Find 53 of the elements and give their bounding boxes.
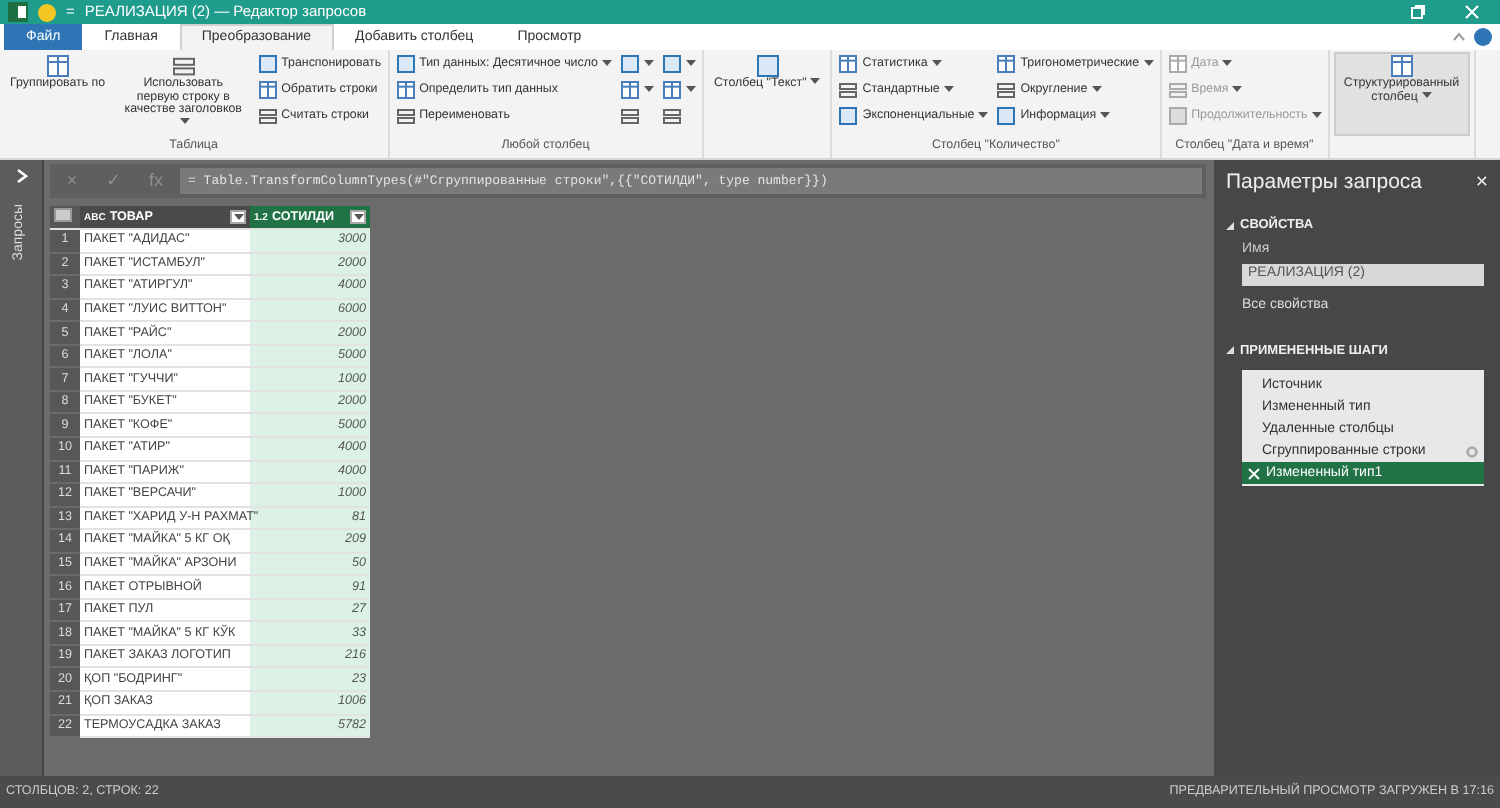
icon-button[interactable] (659, 78, 698, 102)
grid-icon (257, 80, 278, 100)
caret-icon (1100, 112, 1111, 120)
caret-icon (1143, 60, 1154, 68)
bars-icon (838, 80, 859, 100)
grid-icon (619, 80, 640, 100)
icon-button[interactable] (617, 78, 656, 102)
pane-title: Параметры запроса (1226, 168, 1422, 198)
icon-button[interactable] (617, 52, 656, 76)
caret-icon (685, 86, 696, 94)
caret-icon (943, 86, 954, 94)
caret-icon (643, 60, 654, 68)
caret-icon (233, 213, 243, 222)
square-icon (755, 54, 780, 78)
grid-icon (395, 80, 416, 100)
caret-icon (601, 60, 612, 68)
bars-icon (661, 106, 682, 126)
caret-icon (353, 213, 363, 222)
table-icon (54, 208, 72, 223)
caret-icon (1091, 86, 1102, 94)
caret-icon (1222, 60, 1233, 68)
square-icon (619, 54, 640, 74)
bars-icon (1167, 80, 1188, 100)
caret-icon (1421, 91, 1432, 100)
caret-icon (1232, 86, 1243, 94)
spreadsheet-icon (8, 2, 28, 22)
table-menu[interactable] (50, 206, 80, 230)
bars-icon (996, 80, 1017, 100)
caret-icon (180, 118, 191, 127)
icon-button[interactable] (659, 52, 698, 76)
grid-icon (661, 80, 682, 100)
caret-icon (685, 60, 696, 68)
bars-icon (257, 106, 278, 126)
collapse-icon (1452, 30, 1466, 44)
restore-icon (1410, 4, 1426, 20)
square-icon (395, 54, 416, 74)
delete-icon (1248, 467, 1260, 480)
square-icon (1167, 106, 1188, 126)
caret-icon (1311, 112, 1322, 120)
close-button[interactable]: × (1475, 168, 1488, 200)
square-icon (257, 54, 278, 74)
bars-icon (171, 54, 196, 78)
square-icon (996, 106, 1017, 126)
caret-icon (810, 78, 821, 87)
bars-icon (619, 106, 640, 126)
caret-icon (931, 60, 942, 68)
caret-icon (978, 112, 989, 120)
square-icon (661, 54, 682, 74)
square-icon (838, 106, 859, 126)
close-icon (1464, 4, 1480, 20)
expand-icon (15, 168, 27, 184)
caret-icon (643, 86, 654, 94)
bars-icon (395, 106, 416, 126)
